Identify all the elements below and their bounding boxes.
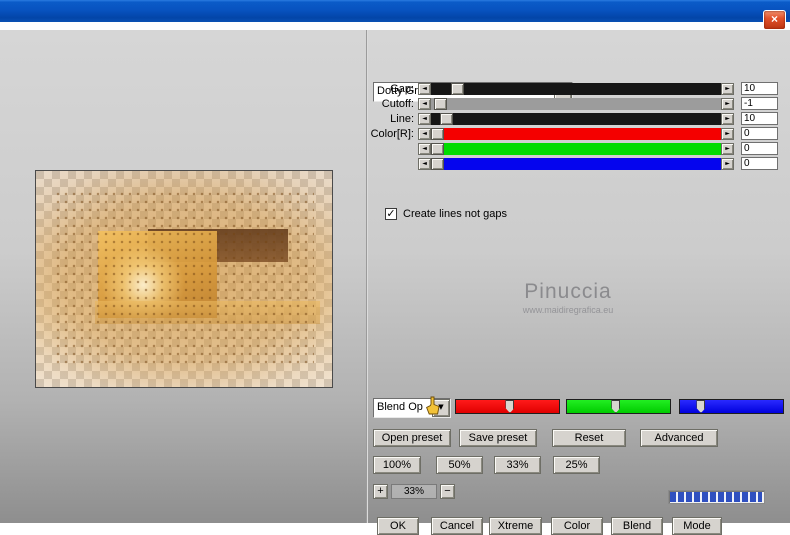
- title-bar: AP [Lines] Lines - SilverLining --- > ht…: [0, 0, 790, 22]
- slider-value-blue[interactable]: 0: [741, 157, 778, 170]
- slider-value-red[interactable]: 0: [741, 127, 778, 140]
- slider-thumb[interactable]: [431, 157, 444, 170]
- slider-right-arrow-icon[interactable]: ►: [721, 157, 734, 170]
- cancel-button[interactable]: Cancel: [431, 517, 483, 535]
- slider-track-gap[interactable]: [431, 82, 721, 95]
- slider-track-green[interactable]: [431, 142, 721, 155]
- slider-track-line[interactable]: [431, 112, 721, 125]
- zoom-33-button[interactable]: 33%: [494, 456, 541, 474]
- ok-button[interactable]: OK: [377, 517, 419, 535]
- progress-bar-fill: [670, 492, 762, 502]
- close-button[interactable]: ×: [763, 10, 786, 30]
- slider-label-cutoff: Cutoff:: [381, 97, 414, 110]
- zoom-value: 33%: [391, 484, 437, 499]
- red-channel-bar[interactable]: [455, 399, 560, 414]
- zoom-25-button[interactable]: 25%: [553, 456, 600, 474]
- slider-label-line: Line:: [390, 112, 414, 125]
- zoom-in-button[interactable]: +: [373, 484, 388, 499]
- slider-right-arrow-icon[interactable]: ►: [721, 97, 734, 110]
- slider-value-gap[interactable]: 10: [741, 82, 778, 95]
- slider-row-cutoff: Cutoff: ◄ ► -1: [368, 97, 778, 110]
- zoom-50-button[interactable]: 50%: [436, 456, 483, 474]
- slider-value-line[interactable]: 10: [741, 112, 778, 125]
- slider-thumb[interactable]: [431, 127, 444, 140]
- slider-right-arrow-icon[interactable]: ►: [721, 82, 734, 95]
- slider-row-color-red: Color[R]: ◄ ► 0: [368, 127, 778, 140]
- hand-cursor-icon: [426, 396, 440, 415]
- slider-thumb[interactable]: [431, 142, 444, 155]
- reset-button[interactable]: Reset: [552, 429, 626, 447]
- slider-thumb[interactable]: [439, 112, 453, 125]
- slider-left-arrow-icon[interactable]: ◄: [418, 127, 431, 140]
- blend-button[interactable]: Blend: [611, 517, 663, 535]
- slider-left-arrow-icon[interactable]: ◄: [418, 157, 431, 170]
- green-channel-thumb[interactable]: [611, 400, 621, 413]
- slider-left-arrow-icon[interactable]: ◄: [418, 142, 431, 155]
- slider-label-gap: Gap:: [390, 82, 414, 95]
- create-lines-checkbox-row: ✓ Create lines not gaps: [385, 208, 507, 220]
- image-preview[interactable]: [35, 170, 333, 388]
- slider-left-arrow-icon[interactable]: ◄: [418, 112, 431, 125]
- open-preset-button[interactable]: Open preset: [373, 429, 451, 447]
- slider-row-gap: Gap: ◄ ► 10: [368, 82, 778, 95]
- slider-value-cutoff[interactable]: -1: [741, 97, 778, 110]
- blue-channel-thumb[interactable]: [696, 400, 706, 413]
- slider-thumb[interactable]: [451, 82, 465, 95]
- slider-right-arrow-icon[interactable]: ►: [721, 127, 734, 140]
- slider-value-green[interactable]: 0: [741, 142, 778, 155]
- dialog-body: Dotty Grid ▼ Gap: ◄ ► 10 Cutoff: ◄ ► -1 …: [0, 30, 790, 535]
- slider-right-arrow-icon[interactable]: ►: [721, 142, 734, 155]
- zoom-100-button[interactable]: 100%: [373, 456, 421, 474]
- zoom-out-button[interactable]: −: [440, 484, 455, 499]
- create-lines-checkbox-label: Create lines not gaps: [403, 208, 507, 220]
- create-lines-checkbox[interactable]: ✓: [385, 208, 397, 220]
- watermark-name: Pinuccia: [524, 280, 612, 303]
- slider-track-red[interactable]: [431, 127, 721, 140]
- slider-row-color-green: ◄ ► 0: [368, 142, 778, 155]
- progress-bar: [668, 490, 765, 504]
- slider-track-cutoff[interactable]: [431, 97, 721, 110]
- blue-channel-bar[interactable]: [679, 399, 784, 414]
- watermark-url: www.maidiregrafica.eu: [522, 305, 614, 315]
- panel-divider: [366, 30, 367, 523]
- xtreme-button[interactable]: Xtreme: [489, 517, 542, 535]
- slider-label-color-r: Color[R]:: [370, 127, 414, 140]
- mode-button[interactable]: Mode: [672, 517, 722, 535]
- slider-thumb[interactable]: [433, 97, 447, 110]
- preview-dotty-grid-overlay: [53, 190, 315, 368]
- slider-track-blue[interactable]: [431, 157, 721, 170]
- slider-left-arrow-icon[interactable]: ◄: [418, 82, 431, 95]
- slider-left-arrow-icon[interactable]: ◄: [418, 97, 431, 110]
- slider-right-arrow-icon[interactable]: ►: [721, 112, 734, 125]
- red-channel-thumb[interactable]: [505, 400, 515, 413]
- green-channel-bar[interactable]: [566, 399, 671, 414]
- advanced-button[interactable]: Advanced: [640, 429, 718, 447]
- save-preset-button[interactable]: Save preset: [459, 429, 537, 447]
- slider-row-color-blue: ◄ ► 0: [368, 157, 778, 170]
- slider-row-line: Line: ◄ ► 10: [368, 112, 778, 125]
- color-button[interactable]: Color: [551, 517, 603, 535]
